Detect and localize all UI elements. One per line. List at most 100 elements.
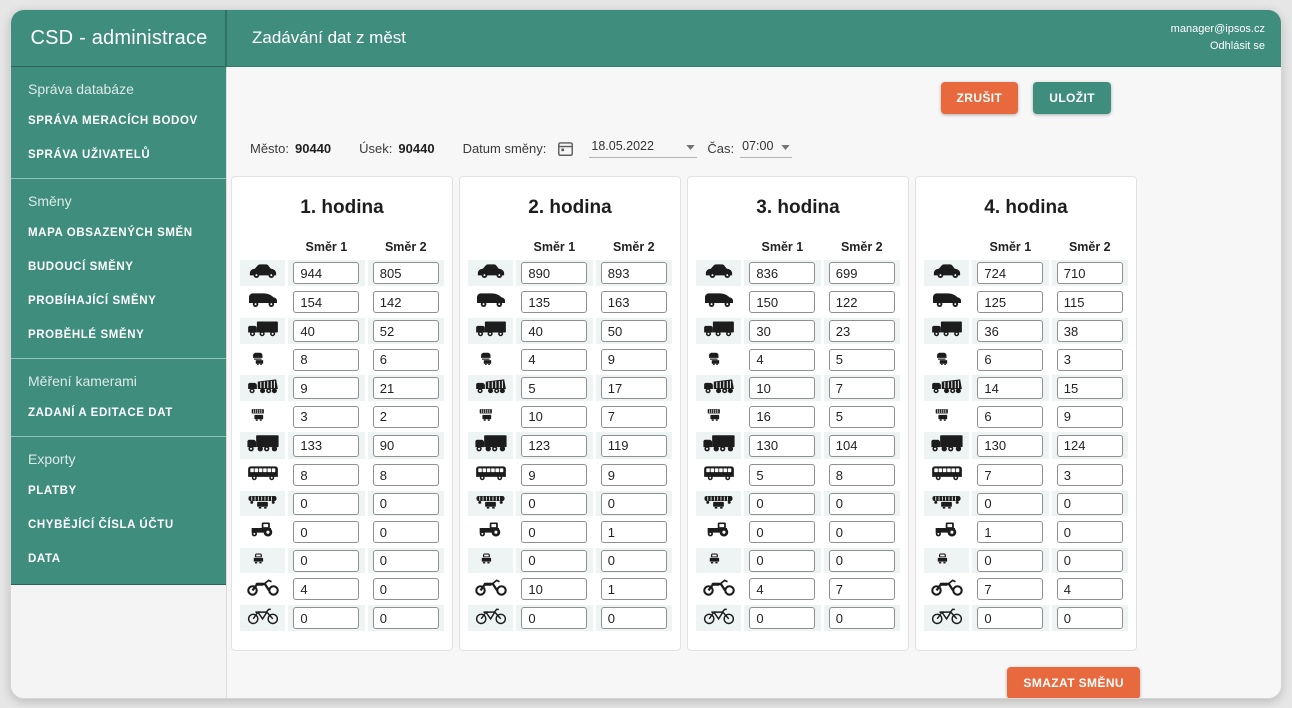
count-input-hour3-row2-dir2[interactable]: [829, 291, 895, 313]
count-input-hour1-row7-dir2[interactable]: [373, 435, 439, 457]
count-input-hour3-row2-dir1[interactable]: [749, 291, 815, 313]
logout-link[interactable]: Odhlásit se: [1171, 38, 1265, 55]
sidebar-item-chybejici-cisla-uctu[interactable]: CHYBĚJÍCÍ ČÍSLA ÚČTU: [11, 508, 226, 542]
count-input-hour1-row13-dir1[interactable]: [293, 607, 359, 629]
count-input-hour1-row7-dir1[interactable]: [293, 435, 359, 457]
count-input-hour4-row4-dir1[interactable]: [977, 349, 1043, 371]
count-input-hour3-row9-dir1[interactable]: [749, 493, 815, 515]
count-input-hour4-row10-dir1[interactable]: [977, 521, 1043, 543]
sidebar-item-sprava-uzivatelu[interactable]: SPRÁVA UŽIVATELŮ: [11, 138, 226, 172]
count-input-hour3-row11-dir1[interactable]: [749, 550, 815, 572]
time-select[interactable]: 07:00: [740, 139, 792, 158]
count-input-hour2-row7-dir1[interactable]: [521, 435, 587, 457]
count-input-hour4-row3-dir2[interactable]: [1057, 320, 1123, 342]
count-input-hour3-row4-dir1[interactable]: [749, 349, 815, 371]
count-input-hour4-row11-dir1[interactable]: [977, 550, 1043, 572]
count-input-hour2-row13-dir2[interactable]: [601, 607, 667, 629]
count-input-hour4-row5-dir1[interactable]: [977, 377, 1043, 399]
count-input-hour4-row1-dir2[interactable]: [1057, 262, 1123, 284]
sidebar-item-zadani-a-editace-dat[interactable]: ZADANÍ A EDITACE DAT: [11, 396, 226, 430]
count-input-hour2-row8-dir1[interactable]: [521, 464, 587, 486]
count-input-hour1-row9-dir1[interactable]: [293, 493, 359, 515]
count-input-hour4-row9-dir2[interactable]: [1057, 493, 1123, 515]
count-input-hour2-row12-dir2[interactable]: [601, 578, 667, 600]
count-input-hour3-row13-dir1[interactable]: [749, 607, 815, 629]
count-input-hour4-row2-dir1[interactable]: [977, 291, 1043, 313]
count-input-hour3-row1-dir1[interactable]: [749, 262, 815, 284]
count-input-hour4-row12-dir2[interactable]: [1057, 578, 1123, 600]
count-input-hour2-row4-dir2[interactable]: [601, 349, 667, 371]
date-select[interactable]: 18.05.2022: [589, 139, 697, 158]
count-input-hour3-row6-dir2[interactable]: [829, 406, 895, 428]
count-input-hour1-row1-dir2[interactable]: [373, 262, 439, 284]
save-button[interactable]: ULOŽIT: [1033, 82, 1111, 114]
count-input-hour3-row11-dir2[interactable]: [829, 550, 895, 572]
count-input-hour1-row4-dir1[interactable]: [293, 349, 359, 371]
count-input-hour2-row7-dir2[interactable]: [601, 435, 667, 457]
count-input-hour2-row11-dir2[interactable]: [601, 550, 667, 572]
sidebar-item-platby[interactable]: PLATBY: [11, 474, 226, 508]
count-input-hour1-row2-dir2[interactable]: [373, 291, 439, 313]
count-input-hour1-row6-dir2[interactable]: [373, 406, 439, 428]
count-input-hour4-row1-dir1[interactable]: [977, 262, 1043, 284]
count-input-hour4-row10-dir2[interactable]: [1057, 521, 1123, 543]
count-input-hour1-row3-dir2[interactable]: [373, 320, 439, 342]
count-input-hour3-row10-dir1[interactable]: [749, 521, 815, 543]
count-input-hour3-row10-dir2[interactable]: [829, 521, 895, 543]
count-input-hour2-row5-dir2[interactable]: [601, 377, 667, 399]
count-input-hour3-row8-dir2[interactable]: [829, 464, 895, 486]
count-input-hour3-row3-dir1[interactable]: [749, 320, 815, 342]
count-input-hour2-row2-dir2[interactable]: [601, 291, 667, 313]
count-input-hour1-row2-dir1[interactable]: [293, 291, 359, 313]
count-input-hour4-row8-dir2[interactable]: [1057, 464, 1123, 486]
count-input-hour1-row13-dir2[interactable]: [373, 607, 439, 629]
count-input-hour2-row13-dir1[interactable]: [521, 607, 587, 629]
sidebar-item-data[interactable]: DATA: [11, 542, 226, 576]
count-input-hour1-row5-dir1[interactable]: [293, 377, 359, 399]
count-input-hour1-row10-dir2[interactable]: [373, 521, 439, 543]
count-input-hour1-row11-dir1[interactable]: [293, 550, 359, 572]
count-input-hour1-row12-dir2[interactable]: [373, 578, 439, 600]
count-input-hour2-row2-dir1[interactable]: [521, 291, 587, 313]
count-input-hour2-row8-dir2[interactable]: [601, 464, 667, 486]
count-input-hour3-row8-dir1[interactable]: [749, 464, 815, 486]
count-input-hour4-row13-dir1[interactable]: [977, 607, 1043, 629]
count-input-hour4-row4-dir2[interactable]: [1057, 349, 1123, 371]
sidebar-item-mapa-obsazenych-smen[interactable]: MAPA OBSAZENÝCH SMĚN: [11, 216, 226, 250]
count-input-hour4-row8-dir1[interactable]: [977, 464, 1043, 486]
count-input-hour3-row13-dir2[interactable]: [829, 607, 895, 629]
count-input-hour1-row9-dir2[interactable]: [373, 493, 439, 515]
count-input-hour2-row1-dir1[interactable]: [521, 262, 587, 284]
count-input-hour4-row12-dir1[interactable]: [977, 578, 1043, 600]
count-input-hour3-row5-dir1[interactable]: [749, 377, 815, 399]
count-input-hour2-row3-dir1[interactable]: [521, 320, 587, 342]
count-input-hour2-row5-dir1[interactable]: [521, 377, 587, 399]
count-input-hour3-row7-dir1[interactable]: [749, 435, 815, 457]
count-input-hour2-row9-dir2[interactable]: [601, 493, 667, 515]
count-input-hour2-row6-dir1[interactable]: [521, 406, 587, 428]
cancel-button[interactable]: ZRUŠIT: [941, 82, 1019, 114]
count-input-hour3-row4-dir2[interactable]: [829, 349, 895, 371]
sidebar-item-probehle-smeny[interactable]: PROBĚHLÉ SMĚNY: [11, 318, 226, 352]
count-input-hour1-row10-dir1[interactable]: [293, 521, 359, 543]
sidebar-item-sprava-meracich-bodov[interactable]: SPRÁVA MERACÍCH BODOV: [11, 104, 226, 138]
calendar-icon[interactable]: [556, 139, 575, 158]
sidebar-item-budouci-smeny[interactable]: BUDOUCÍ SMĚNY: [11, 250, 226, 284]
count-input-hour4-row5-dir2[interactable]: [1057, 377, 1123, 399]
count-input-hour2-row10-dir2[interactable]: [601, 521, 667, 543]
count-input-hour4-row2-dir2[interactable]: [1057, 291, 1123, 313]
count-input-hour4-row6-dir1[interactable]: [977, 406, 1043, 428]
count-input-hour4-row3-dir1[interactable]: [977, 320, 1043, 342]
count-input-hour1-row8-dir2[interactable]: [373, 464, 439, 486]
count-input-hour1-row12-dir1[interactable]: [293, 578, 359, 600]
count-input-hour1-row6-dir1[interactable]: [293, 406, 359, 428]
count-input-hour1-row5-dir2[interactable]: [373, 377, 439, 399]
count-input-hour3-row3-dir2[interactable]: [829, 320, 895, 342]
count-input-hour3-row9-dir2[interactable]: [829, 493, 895, 515]
count-input-hour4-row7-dir1[interactable]: [977, 435, 1043, 457]
count-input-hour2-row10-dir1[interactable]: [521, 521, 587, 543]
count-input-hour2-row11-dir1[interactable]: [521, 550, 587, 572]
delete-shift-button[interactable]: SMAZAT SMĚNU: [1007, 667, 1140, 698]
count-input-hour3-row1-dir2[interactable]: [829, 262, 895, 284]
count-input-hour4-row11-dir2[interactable]: [1057, 550, 1123, 572]
